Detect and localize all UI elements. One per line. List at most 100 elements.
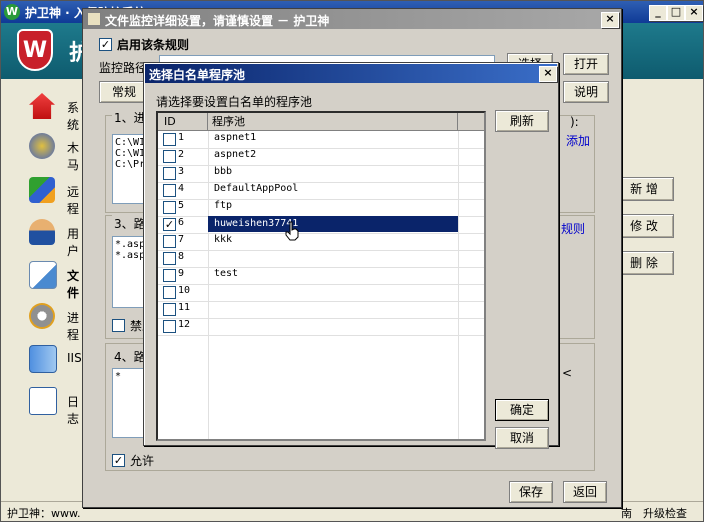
row-checkbox[interactable] [163, 286, 176, 299]
upgrade-check-link[interactable]: 升级检查 [643, 505, 687, 521]
enable-rule-label: 启用该条规则 [117, 38, 190, 52]
table-row[interactable]: 8 [158, 250, 484, 268]
row-id: 9 [178, 268, 185, 279]
explain-button[interactable]: 说明 [563, 81, 609, 103]
row-checkbox[interactable] [163, 133, 176, 146]
pool-rows: 1 aspnet1 2 aspnet2 3 bbb 4 DefaultAppPool 5 ftp ✓… [158, 131, 484, 439]
row-checkbox[interactable]: ✓ [163, 218, 176, 231]
open-button[interactable]: 打开 [563, 53, 609, 75]
process-gear-icon [29, 303, 55, 329]
row-checkbox[interactable] [163, 320, 176, 333]
row-pool-name: kkk [214, 234, 233, 245]
enable-rule-checkbox[interactable]: ✓ [99, 38, 112, 51]
app-logo-icon: W [4, 4, 20, 20]
allow-checkbox[interactable]: ✓ [112, 454, 125, 467]
col-id-header[interactable]: ID [158, 113, 208, 131]
row-pool-name: DefaultAppPool [214, 183, 299, 194]
house-icon [29, 93, 55, 119]
row-checkbox[interactable] [163, 303, 176, 316]
row-pool-name: test [214, 268, 239, 279]
row-checkbox[interactable] [163, 269, 176, 282]
sidebar-item-log[interactable]: 日志 [9, 383, 89, 426]
row-pool-name: ftp [214, 200, 233, 211]
monitor-path-label: 监控路径 [99, 61, 148, 75]
table-row[interactable]: 12 [158, 318, 484, 336]
table-row[interactable]: 11 [158, 301, 484, 319]
table-row[interactable]: 10 [158, 284, 484, 302]
table-row[interactable]: 9 test [158, 267, 484, 285]
delete-button[interactable]: 删 除 [614, 251, 674, 275]
row-pool-name: aspnet1 [214, 132, 257, 143]
section3-rule-link[interactable]: 规则 [561, 220, 585, 237]
row-id: 5 [178, 200, 185, 211]
row-checkbox[interactable] [163, 150, 176, 163]
row-checkbox[interactable] [163, 235, 176, 248]
ok-button[interactable]: 确定 [495, 399, 549, 421]
table-row[interactable]: 3 bbb [158, 165, 484, 183]
settings-close-button[interactable]: × [601, 12, 619, 28]
forbid-checkbox[interactable] [112, 319, 125, 332]
pool-prompt: 请选择要设置白名单的程序池 [156, 95, 313, 109]
shield-logo-icon: W [17, 29, 53, 71]
pool-title: 选择白名单程序池 [149, 68, 246, 82]
table-row[interactable]: ✓ 6 huweishen37741 [158, 216, 484, 234]
status-help-link[interactable]: 南 [621, 505, 632, 521]
server-icon [29, 345, 57, 373]
pen-file-icon [29, 261, 57, 289]
section1-add-link[interactable]: 添加 [566, 132, 590, 149]
pool-list[interactable]: ID 程序池 1 aspnet1 2 aspnet2 3 bbb 4 DefaultAppPo… [156, 111, 486, 441]
row-id: 6 [178, 217, 185, 228]
close-button[interactable]: × [685, 5, 703, 21]
allow-label: 允许 [130, 454, 155, 468]
sidebar: 系统 木马 远程 用户 文件 进程 IIS 日志 [9, 81, 89, 501]
add-button[interactable]: 新 增 [614, 177, 674, 201]
row-id: 7 [178, 234, 185, 245]
table-row[interactable]: 7 kkk [158, 233, 484, 251]
tab-general[interactable]: 常规 [99, 81, 149, 103]
section1-suffix: ): [570, 115, 579, 129]
table-row[interactable]: 4 DefaultAppPool [158, 182, 484, 200]
hand-cursor-icon [284, 221, 300, 241]
row-pool-name: bbb [214, 166, 233, 177]
sidebar-item-user[interactable]: 用户 [9, 215, 89, 258]
sidebar-item-system[interactable]: 系统 [9, 89, 89, 132]
pool-close-button[interactable]: × [539, 66, 557, 82]
back-button[interactable]: 返回 [563, 481, 607, 503]
row-id: 2 [178, 149, 185, 160]
pool-titlebar[interactable]: 选择白名单程序池 × [145, 64, 557, 83]
maximize-button[interactable]: □ [667, 5, 685, 21]
row-checkbox[interactable] [163, 184, 176, 197]
pool-dialog: 选择白名单程序池 × 请选择要设置白名单的程序池 ID 程序池 1 aspnet1… [143, 62, 559, 449]
sidebar-item-iis[interactable]: IIS [9, 341, 89, 375]
row-pool-name: huweishen37741 [208, 216, 458, 232]
row-id: 8 [178, 251, 185, 262]
col-name-header[interactable]: 程序池 [208, 113, 458, 131]
sidebar-item-remote[interactable]: 远程 [9, 173, 89, 216]
sidebar-item-trojan[interactable]: 木马 [9, 129, 89, 172]
edit-button[interactable]: 修 改 [614, 214, 674, 238]
network-icon [29, 177, 55, 203]
save-button[interactable]: 保存 [509, 481, 553, 503]
refresh-button[interactable]: 刷新 [495, 110, 549, 132]
settings-titlebar[interactable]: 文件监控详细设置，请谨慎设置 － 护卫神 × [83, 9, 621, 29]
sidebar-item-process[interactable]: 进程 [9, 299, 89, 342]
status-left-text: 护卫神：www. [7, 507, 81, 520]
table-row[interactable]: 2 aspnet2 [158, 148, 484, 166]
row-checkbox[interactable] [163, 201, 176, 214]
table-row[interactable]: 5 ftp [158, 199, 484, 217]
cancel-button[interactable]: 取消 [495, 427, 549, 449]
gear-ball-icon [29, 133, 55, 159]
row-pool-name: aspnet2 [214, 149, 257, 160]
settings-app-icon [87, 12, 101, 26]
row-checkbox[interactable] [163, 167, 176, 180]
table-row[interactable]: 1 aspnet1 [158, 131, 484, 149]
pool-list-header: ID 程序池 [158, 113, 484, 131]
row-checkbox[interactable] [163, 252, 176, 265]
minimize-button[interactable]: _ [649, 5, 667, 21]
row-id: 12 [178, 319, 191, 330]
row-id: 10 [178, 285, 191, 296]
row-id: 1 [178, 132, 185, 143]
row-id: 11 [178, 302, 191, 313]
sidebar-item-file[interactable]: 文件 [9, 257, 89, 300]
row-id: 3 [178, 166, 185, 177]
